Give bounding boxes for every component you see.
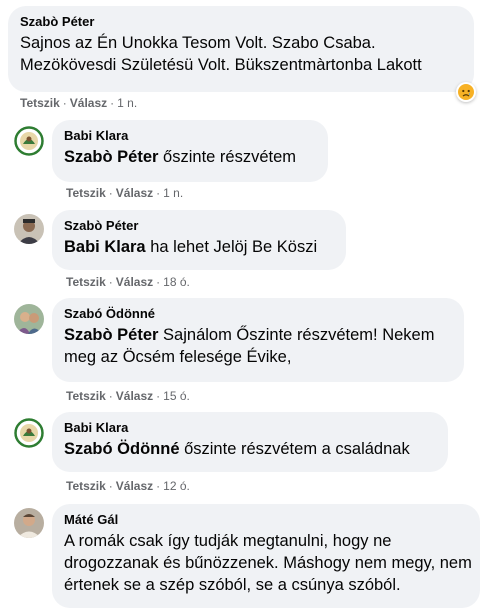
reply-button[interactable]: Válasz bbox=[116, 479, 153, 493]
reply-button[interactable]: Válasz bbox=[116, 186, 153, 200]
reply-button[interactable]: Válasz bbox=[116, 389, 153, 403]
comment-text: őszinte részvétem bbox=[163, 148, 297, 166]
comment-time[interactable]: 15 ó. bbox=[163, 389, 190, 403]
comment-author[interactable]: Szabò Péter bbox=[20, 14, 462, 29]
comment-author[interactable]: Babi Klara bbox=[64, 420, 436, 435]
comment-author[interactable]: Szabò Péter bbox=[64, 218, 334, 233]
comment-text: ha lehet Jelöj Be Köszi bbox=[150, 238, 318, 256]
comment-bubble: Babi Klara Szabó Ödönné őszinte részvéte… bbox=[52, 412, 448, 472]
sad-emoji-icon[interactable] bbox=[456, 82, 476, 102]
comment-bubble: Szabò Péter Sajnos az Én Unokka Tesom Vo… bbox=[8, 6, 474, 92]
comment-author[interactable]: Babi Klara bbox=[64, 128, 316, 143]
avatar-photo[interactable] bbox=[14, 508, 44, 538]
comment-text: őszinte részvétem a családnak bbox=[184, 440, 410, 458]
mention-link[interactable]: Szabò Péter bbox=[64, 326, 158, 344]
comment-time[interactable]: 18 ó. bbox=[163, 275, 190, 289]
like-button[interactable]: Tetszik bbox=[66, 275, 106, 289]
comment-time[interactable]: 1 n. bbox=[117, 96, 137, 110]
comment-author[interactable]: Máté Gál bbox=[64, 512, 468, 527]
avatar-photo[interactable] bbox=[14, 304, 44, 334]
comment-bubble: Máté Gál A romák csak így tudják megtanu… bbox=[52, 504, 480, 608]
avatar-green-emblem[interactable] bbox=[14, 126, 44, 156]
comment-text: A romák csak így tudják megtanulni, hogy… bbox=[64, 532, 472, 594]
comment-time[interactable]: 12 ó. bbox=[163, 479, 190, 493]
like-button[interactable]: Tetszik bbox=[20, 96, 60, 110]
like-button[interactable]: Tetszik bbox=[66, 479, 106, 493]
comment-bubble: Szabó Ödönné Szabò Péter Sajnálom Őszint… bbox=[52, 298, 464, 382]
like-button[interactable]: Tetszik bbox=[66, 186, 106, 200]
comment-text: Sajnos az Én Unokka Tesom Volt. Szabo Cs… bbox=[20, 34, 422, 74]
mention-link[interactable]: Szabò Péter bbox=[64, 148, 158, 166]
reply-button[interactable]: Válasz bbox=[116, 275, 153, 289]
avatar-green-emblem[interactable] bbox=[14, 418, 44, 448]
comment-author[interactable]: Szabó Ödönné bbox=[64, 306, 452, 321]
comment-actions: Tetszik · Válasz · 1 n. bbox=[66, 186, 184, 200]
mention-link[interactable]: Szabó Ödönné bbox=[64, 440, 180, 458]
comment-actions: Tetszik · Válasz · 15 ó. bbox=[66, 389, 190, 403]
comment-actions: Tetszik · Válasz · 1 n. bbox=[20, 96, 138, 110]
avatar-photo[interactable] bbox=[14, 214, 44, 244]
comment-actions: Tetszik · Válasz · 18 ó. bbox=[66, 275, 190, 289]
like-button[interactable]: Tetszik bbox=[66, 389, 106, 403]
comment-time[interactable]: 1 n. bbox=[163, 186, 183, 200]
reply-button[interactable]: Válasz bbox=[70, 96, 107, 110]
comment-bubble: Szabò Péter Babi Klara ha lehet Jelöj Be… bbox=[52, 210, 346, 270]
mention-link[interactable]: Babi Klara bbox=[64, 238, 146, 256]
comment-actions: Tetszik · Válasz · 12 ó. bbox=[66, 479, 190, 493]
comment-bubble: Babi Klara Szabò Péter őszinte részvétem bbox=[52, 120, 328, 182]
